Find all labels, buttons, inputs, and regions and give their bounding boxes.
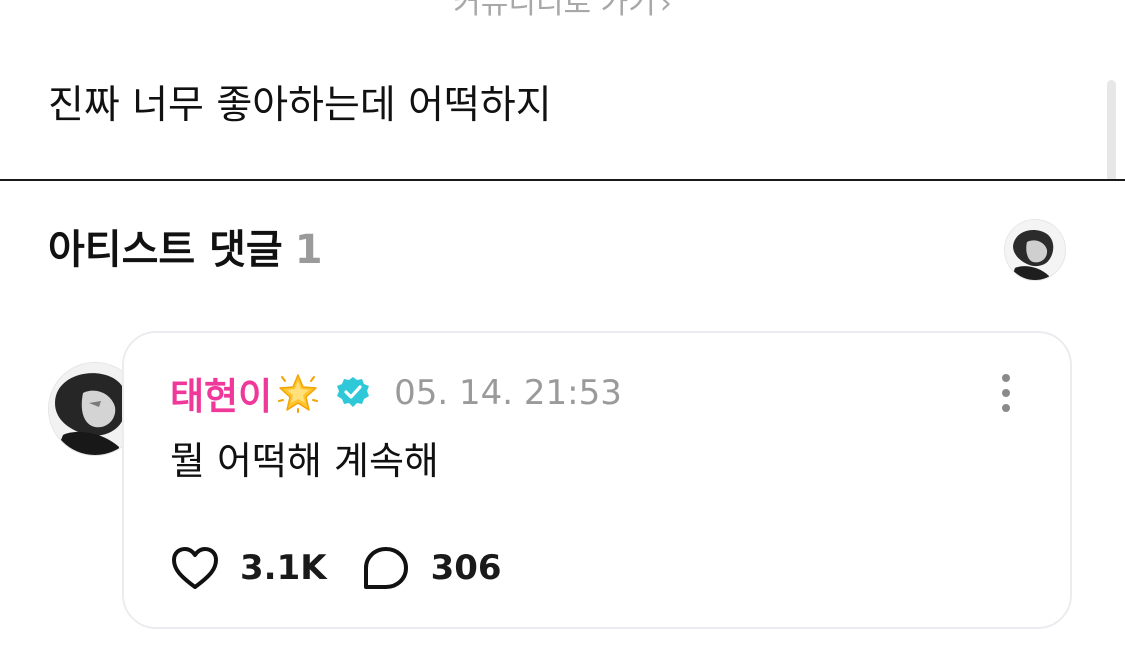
reply-button[interactable]: 306 — [361, 545, 502, 591]
like-count: 3.1K — [240, 548, 327, 588]
community-link-label: 커뮤니티로 가기 — [453, 0, 656, 21]
section-title: 아티스트 댓글 1 — [48, 222, 323, 278]
comment-header: 태현이 05. 14. 21:53 — [170, 371, 622, 418]
scrollbar[interactable] — [1107, 80, 1116, 179]
comment-card: 태현이 05. 14. 21:53 뭘 어떡해 계속해 3.1K 306 — [122, 331, 1072, 629]
comment-count: 1 — [294, 227, 323, 273]
post-body: 진짜 너무 좋아하는데 어떡하지 — [48, 83, 552, 128]
verified-badge-icon — [336, 376, 370, 410]
divider — [0, 179, 1125, 181]
section-title-label: 아티스트 댓글 — [48, 227, 283, 273]
like-button[interactable]: 3.1K — [170, 545, 327, 591]
speech-bubble-icon — [363, 547, 408, 589]
community-link[interactable]: 커뮤니티로 가기 › — [0, 0, 1125, 22]
more-options-icon[interactable] — [992, 369, 1020, 417]
reply-count: 306 — [430, 548, 502, 588]
chevron-right-icon: › — [659, 0, 672, 21]
comment-actions: 3.1K 306 — [170, 543, 502, 593]
comment-text: 뭘 어떡해 계속해 — [170, 439, 439, 483]
avatar-icon — [1005, 220, 1065, 280]
heart-icon — [172, 547, 218, 589]
comment-timestamp: 05. 14. 21:53 — [394, 373, 622, 413]
glowing-star-icon — [276, 371, 320, 415]
comment-author-name[interactable]: 태현이 — [170, 366, 272, 420]
header-avatar[interactable] — [1004, 219, 1066, 281]
